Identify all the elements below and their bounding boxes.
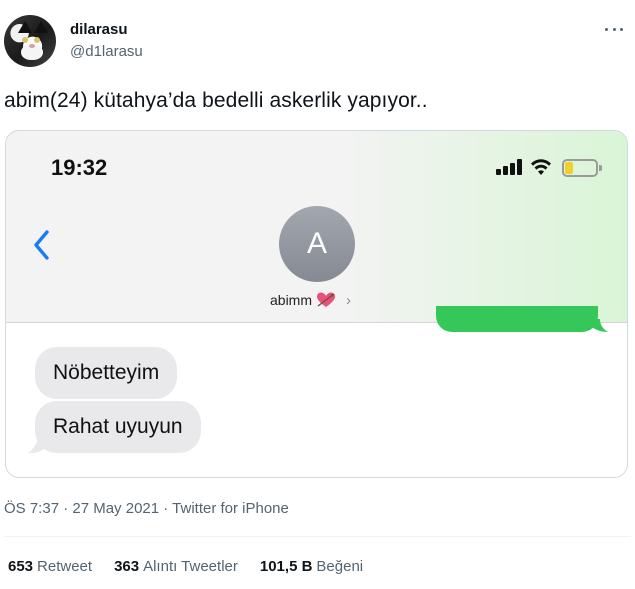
battery-icon	[562, 159, 602, 177]
back-chevron-icon[interactable]	[30, 228, 54, 262]
likes-label: Beğeni	[316, 558, 364, 575]
contact-name: abimm	[270, 292, 313, 308]
wifi-icon	[531, 159, 551, 175]
quote-tweets-stat[interactable]: 363 Alıntı Tweetler	[114, 558, 238, 575]
tweet-timestamp[interactable]: ÖS 7:37 · 27 May 2021 · Twitter for iPho…	[4, 500, 289, 517]
contact-name-row[interactable]: abimm ›	[270, 291, 351, 309]
more-options-icon[interactable]	[603, 22, 625, 36]
battery-fill	[565, 162, 573, 174]
tweet-header: dilarasu @d1larasu	[0, 0, 635, 80]
retweets-count: 653	[8, 558, 34, 575]
message-text: Nöbetteyim	[53, 361, 160, 384]
cat-ear-right	[34, 21, 48, 33]
status-time: 19:32	[51, 155, 108, 180]
display-name[interactable]: dilarasu	[70, 21, 128, 38]
quote-tweets-count: 363	[114, 558, 140, 575]
cat-eye-right	[34, 37, 40, 43]
retweets-stat[interactable]: 653 Retweet	[8, 558, 92, 575]
message-text: Rahat uyuyun	[53, 415, 183, 438]
tweet-media-image[interactable]: 19:32 A abimm › Nöbetteyim Rahat uyuyun	[5, 130, 628, 478]
cat-eye-left	[22, 37, 28, 43]
quote-tweets-label: Alıntı Tweetler	[143, 558, 238, 575]
divider	[4, 536, 631, 537]
heart-with-arrow-icon	[317, 292, 336, 307]
cat-ear-left	[18, 21, 32, 33]
received-message-bubble: Nöbetteyim	[35, 347, 178, 399]
contact-avatar[interactable]: A	[279, 206, 355, 282]
likes-count: 101,5 B	[259, 558, 313, 575]
user-avatar[interactable]	[4, 15, 56, 67]
received-message-bubble: Rahat uyuyun	[35, 401, 201, 453]
chevron-right-icon: ›	[346, 291, 352, 309]
sent-bubble-tail	[590, 319, 608, 332]
likes-stat[interactable]: 101,5 B Beğeni	[260, 558, 363, 575]
tweet-stats: 653 Retweet 363 Alıntı Tweetler 101,5 B …	[8, 558, 363, 575]
sent-message-bubble	[436, 306, 598, 332]
messages-header: 19:32 A abimm ›	[6, 131, 627, 323]
cat-nose	[29, 44, 35, 48]
tweet-text: abim(24) kütahya’da bedelli askerlik yap…	[4, 89, 428, 112]
cellular-signal-icon	[496, 159, 523, 175]
user-handle[interactable]: @d1larasu	[70, 43, 143, 60]
retweets-label: Retweet	[37, 558, 93, 575]
